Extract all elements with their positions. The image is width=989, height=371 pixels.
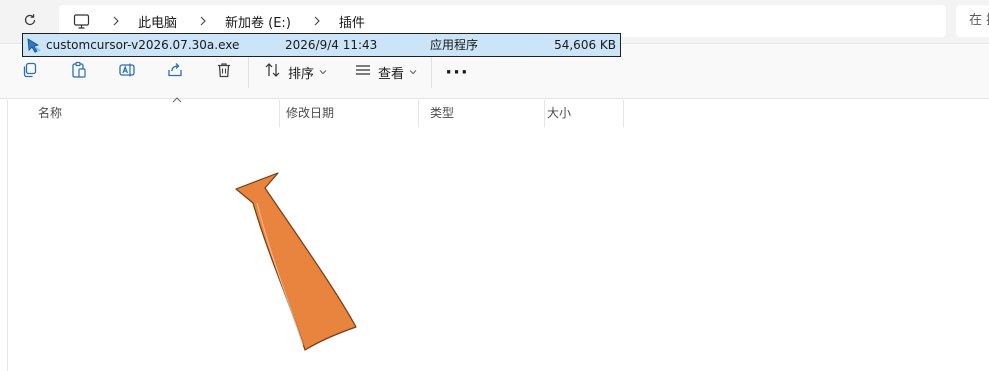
delete-icon: [215, 61, 233, 83]
copy-button[interactable]: [19, 61, 41, 83]
breadcrumb-plugins[interactable]: 插件: [339, 12, 365, 31]
toolbar-divider: [248, 56, 249, 88]
view-icon: [354, 62, 372, 82]
sort-label: 排序: [288, 66, 315, 82]
sort-icon: [264, 62, 282, 82]
chevron-right-icon[interactable]: [112, 16, 120, 26]
view-menu-button[interactable]: 查看: [354, 61, 417, 83]
view-label: 查看: [378, 66, 405, 82]
file-name: customcursor-v2026.07.30a.exe: [46, 38, 240, 52]
column-name[interactable]: 名称: [22, 100, 279, 127]
chevron-down-icon: [409, 69, 417, 75]
chevron-down-icon: [319, 69, 327, 75]
column-modified-label: 修改日期: [286, 106, 335, 120]
column-name-label: 名称: [38, 106, 63, 120]
more-icon: ···: [445, 61, 469, 83]
share-button[interactable]: [164, 61, 186, 83]
refresh-button[interactable]: [19, 10, 41, 32]
column-size[interactable]: 大小: [531, 100, 611, 127]
file-type: 应用程序: [430, 38, 479, 52]
file-modified: 2026/9/4 11:43: [285, 38, 378, 52]
refresh-icon: [23, 12, 37, 31]
file-list: 名称 修改日期 类型 大小: [0, 97, 989, 371]
column-separator[interactable]: [623, 100, 624, 127]
this-pc-icon: [73, 13, 90, 29]
column-header: 名称 修改日期 类型 大小: [22, 97, 624, 127]
file-row[interactable]: customcursor-v2026.07.30a.exe 2026/9/4 1…: [22, 33, 621, 57]
breadcrumb-this-pc[interactable]: 此电脑: [138, 12, 177, 31]
column-size-label: 大小: [547, 106, 572, 120]
rename-icon: [118, 61, 136, 83]
chevron-right-icon[interactable]: [199, 16, 207, 26]
pane-divider: [7, 100, 8, 371]
paste-button[interactable]: [68, 61, 90, 83]
share-icon: [166, 61, 184, 83]
delete-button[interactable]: [213, 61, 235, 83]
copy-icon: [21, 61, 39, 83]
column-type-label: 类型: [430, 106, 455, 120]
paste-icon: [70, 61, 88, 83]
rename-button[interactable]: [116, 61, 138, 83]
toolbar-divider: [431, 56, 432, 88]
search-input[interactable]: 在 插: [956, 5, 989, 37]
column-type[interactable]: 类型: [414, 100, 544, 127]
file-size: 54,606 KB: [554, 38, 616, 52]
column-modified[interactable]: 修改日期: [270, 100, 418, 127]
chevron-right-icon[interactable]: [313, 16, 321, 26]
more-options-button[interactable]: ···: [445, 61, 469, 83]
application-icon: [26, 37, 42, 53]
sort-menu-button[interactable]: 排序: [264, 61, 327, 83]
breadcrumb-drive-e[interactable]: 新加卷 (E:): [225, 12, 291, 31]
